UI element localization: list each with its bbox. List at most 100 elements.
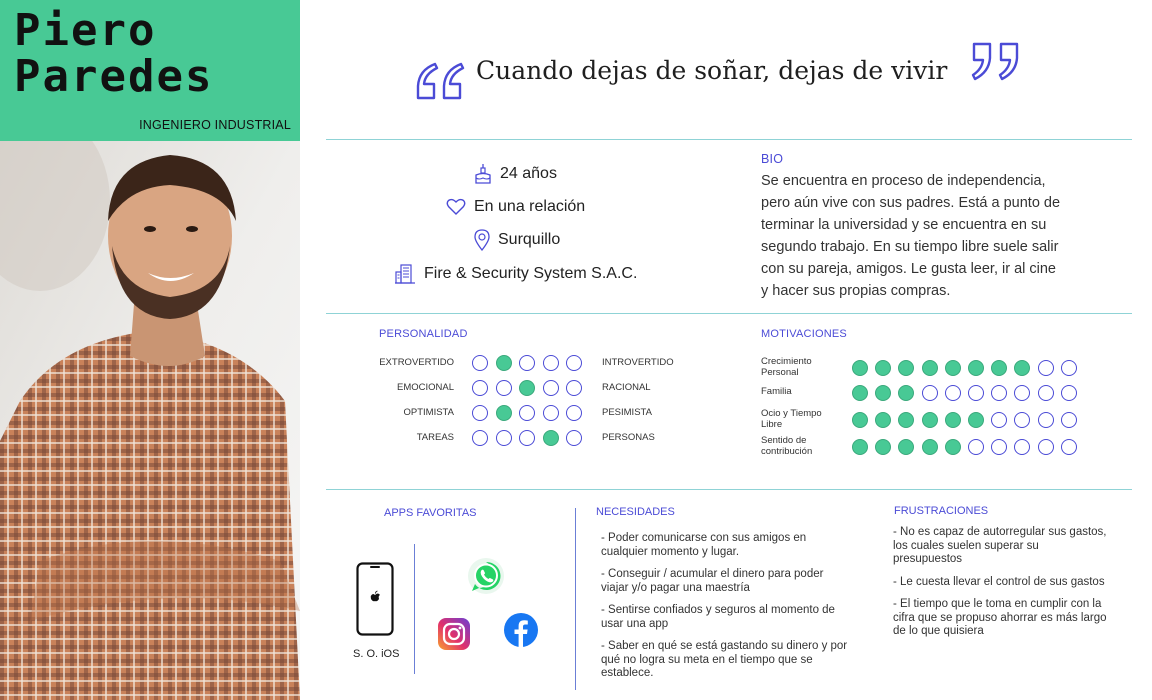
bio-line: terminar la universidad y se encuentra e… xyxy=(761,217,1047,233)
personality-scale-dot xyxy=(519,405,535,421)
personality-left-label: EMOCIONAL xyxy=(396,382,454,393)
needs-item: - Conseguir / acumular el dinero para po… xyxy=(601,568,824,594)
motivation-scale-dot xyxy=(1014,412,1031,428)
frustrations-list: - No es capaz de autorregular sus gastos… xyxy=(893,526,1133,648)
motivation-scale-dot xyxy=(1060,360,1077,376)
motivation-scale-dot xyxy=(852,412,868,428)
apps-divider xyxy=(414,544,415,674)
motivation-scale-dot xyxy=(875,360,892,376)
frustrations-item: - Le cuesta llevar el control de sus gas… xyxy=(893,575,1105,588)
bio-line: pero aún vive con sus padres. Está a pun… xyxy=(761,195,1061,211)
motivation-scale-dot xyxy=(991,439,1008,455)
office-building-icon xyxy=(394,263,416,285)
bio-line: segundo trabajo. En su tiempo libre suel… xyxy=(761,239,1059,255)
frustrations-item: - No es capaz de autorregular sus gastos… xyxy=(893,526,1107,565)
persona-first-name: Piero xyxy=(14,5,157,56)
personality-scale-dot xyxy=(566,430,582,446)
personality-scale-dot xyxy=(519,355,535,371)
profile-location: Surquillo xyxy=(474,229,560,251)
name-banner: Piero Paredes INGENIERO INDUSTRIAL xyxy=(0,0,300,141)
needs-item: - Saber en qué se está gastando su diner… xyxy=(601,640,848,679)
motivation-label: Ocio y Tiempo Libre xyxy=(761,408,841,430)
bio-line: Se encuentra en proceso de independencia… xyxy=(761,173,1046,189)
motivation-label-line: Personal xyxy=(761,367,799,378)
motivation-label-line: Crecimiento xyxy=(761,356,812,367)
motivation-scale-dot xyxy=(1037,360,1054,376)
personality-scale-dot xyxy=(495,380,512,396)
personality-title: PERSONALIDAD xyxy=(379,328,468,340)
profile-age: 24 años xyxy=(474,163,557,185)
apps-title: APPS FAVORITAS xyxy=(384,507,477,519)
profile-age-text: 24 años xyxy=(500,165,557,182)
motivation-scale-dot xyxy=(898,360,915,376)
persona-photo-illustration xyxy=(0,141,300,700)
personality-scale-dot xyxy=(566,405,582,421)
personality-scale-dot xyxy=(472,405,488,421)
persona-photo xyxy=(0,141,300,700)
motivation-scale-dot xyxy=(1060,439,1077,455)
motivation-label-line: Libre xyxy=(761,419,783,430)
section-divider xyxy=(575,508,576,690)
personality-scale-dot xyxy=(519,380,535,396)
motivation-scale-dot xyxy=(944,385,961,401)
os-label: S. O. iOS xyxy=(353,648,400,660)
iphone-icon xyxy=(356,562,394,641)
profile-company: Fire & Security System S.A.C. xyxy=(394,263,637,285)
persona-name: Piero Paredes xyxy=(14,8,213,100)
personality-right-label: PERSONAS xyxy=(602,432,655,443)
personality-scale-dot xyxy=(542,405,559,421)
whatsapp-icon[interactable] xyxy=(467,557,505,600)
motivation-scale-dot xyxy=(852,385,868,401)
motivation-scale-dot xyxy=(944,412,961,428)
divider xyxy=(326,313,1132,314)
needs-list: - Poder comunicarse con sus amigos en cua… xyxy=(601,532,866,690)
motivation-scale-dot xyxy=(1060,385,1077,401)
bio-line: con su pareja, amigos. Le gusta leer, ir… xyxy=(761,261,1056,277)
motivation-scale-dot xyxy=(921,360,938,376)
facebook-icon[interactable] xyxy=(503,612,539,653)
personality-right-label: PESIMISTA xyxy=(602,407,652,418)
personality-scale-dot xyxy=(472,430,488,446)
persona-role: INGENIERO INDUSTRIAL xyxy=(139,118,291,132)
personality-scale-dot xyxy=(472,380,488,396)
motivations-title: MOTIVACIONES xyxy=(761,328,847,340)
personality-left-label: TAREAS xyxy=(416,432,454,443)
profile-location-text: Surquillo xyxy=(498,231,561,248)
motivation-scale-dot xyxy=(898,439,915,455)
location-pin-icon xyxy=(474,229,490,251)
motivation-scale-dot xyxy=(1014,360,1031,376)
quote-close-icon xyxy=(971,42,1023,87)
motivation-scale-dot xyxy=(991,385,1008,401)
motivation-label: Sentido de contribución xyxy=(761,435,841,457)
personality-right-label: INTROVERTIDO xyxy=(602,357,674,368)
motivation-scale-dot xyxy=(1014,439,1031,455)
bio-title: BIO xyxy=(761,152,784,166)
motivation-label-line: Sentido de xyxy=(761,435,807,446)
birthday-cake-icon xyxy=(474,163,492,185)
personality-scale-dot xyxy=(519,430,535,446)
motivation-scale-dot xyxy=(875,385,892,401)
personality-left-label: EXTROVERTIDO xyxy=(379,357,454,368)
motivation-scale-dot xyxy=(968,439,984,455)
motivation-scale-dot xyxy=(991,412,1008,428)
bio-text: Se encuentra en proceso de independencia… xyxy=(761,170,1081,302)
motivation-scale-dot xyxy=(898,385,915,401)
profile-relationship-text: En una relación xyxy=(474,198,586,215)
motivation-label: Crecimiento Personal xyxy=(761,356,841,378)
quote-open-icon xyxy=(415,62,465,107)
motivation-scale-dot xyxy=(944,439,961,455)
motivation-scale-dot xyxy=(1060,412,1077,428)
motivation-scale-dot xyxy=(1014,385,1031,401)
motivation-scale-dot xyxy=(1037,412,1054,428)
heart-icon xyxy=(446,198,466,216)
motivation-scale-dot xyxy=(968,385,984,401)
profile-company-text: Fire & Security System S.A.C. xyxy=(424,265,638,282)
motivation-scale-dot xyxy=(991,360,1008,376)
frustrations-item: - El tiempo que le toma en cumplir con l… xyxy=(893,598,1107,637)
needs-item: - Poder comunicarse con sus amigos en cua… xyxy=(601,532,807,558)
instagram-icon[interactable] xyxy=(437,617,471,656)
personality-scale-dot xyxy=(495,355,512,371)
personality-scale-dot xyxy=(495,405,512,421)
divider xyxy=(326,139,1132,140)
motivation-scale-dot xyxy=(921,385,938,401)
